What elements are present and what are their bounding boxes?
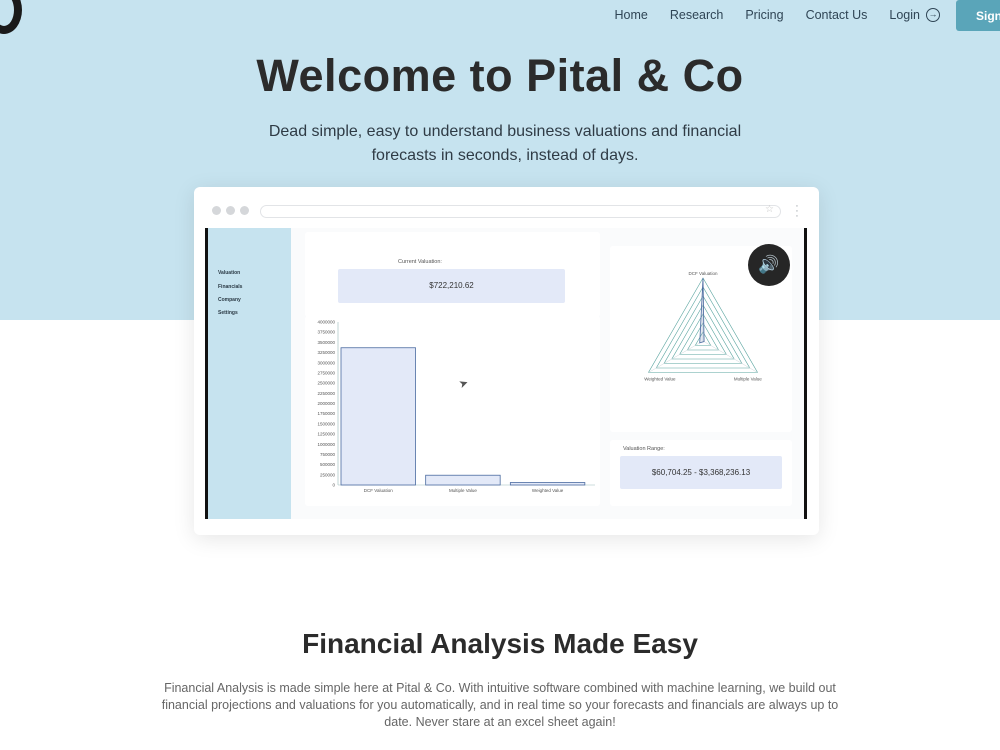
current-valuation-value: $722,210.62 (338, 269, 565, 303)
y-tick-label: 1750000 (317, 411, 335, 416)
landing-page: Home Research Pricing Contact Us Login →… (0, 0, 1000, 750)
nav-pricing[interactable]: Pricing (745, 8, 783, 22)
bar (340, 347, 416, 486)
y-tick-label: 2000000 (317, 401, 335, 406)
y-tick-label: 3000000 (317, 360, 335, 365)
bar (509, 482, 586, 486)
kebab-menu-icon: · · · (795, 200, 799, 222)
bar (425, 474, 501, 486)
x-tick-label: Multiple Value (449, 488, 477, 493)
top-nav: Home Research Pricing Contact Us Login →… (615, 0, 1000, 31)
app-sidebar: Valuation Financials Company Settings (208, 228, 291, 519)
current-valuation-card: Current Valuation: $722,210.62 (305, 232, 600, 317)
y-tick-label: 250000 (320, 472, 336, 477)
radar-axis-label: DCF Valuation (689, 271, 718, 276)
y-tick-label: 750000 (320, 452, 336, 457)
section-body: Financial Analysis is made simple here a… (161, 681, 839, 729)
speaker-icon[interactable]: 🔊 (748, 244, 790, 286)
x-tick-label: Weighted Value (532, 488, 564, 493)
window-dot-icon (226, 206, 235, 215)
y-tick-label: 2750000 (317, 370, 335, 375)
nav-home[interactable]: Home (615, 8, 648, 22)
y-tick-label: 1250000 (317, 432, 335, 437)
url-bar: ☆ (260, 204, 781, 218)
login-arrow-icon: → (926, 8, 940, 22)
nav-contact-us[interactable]: Contact Us (806, 8, 868, 22)
valuation-bar-chart: 0 250000 500000 750000 1000000 1250000 1500000… (317, 320, 595, 493)
valuation-range-card: Valuation Range: $60,704.25 - $3,368,236… (610, 440, 792, 506)
nav-login[interactable]: Login → (889, 8, 940, 22)
nav-research[interactable]: Research (670, 8, 724, 22)
y-tick-label: 2250000 (317, 391, 335, 396)
hero-subtitle: Dead simple, easy to understand business… (268, 123, 742, 164)
radar-axis-label: Multiple Value (734, 377, 762, 382)
y-tick-label: 3250000 (317, 350, 335, 355)
radar-series-shape (699, 277, 705, 344)
bookmark-star-icon: ☆ (765, 204, 774, 215)
hero-title: Welcome to Pital & Co (256, 50, 744, 101)
window-dot-icon (212, 206, 221, 215)
valuation-range-value: $60,704.25 - $3,368,236.13 (620, 456, 782, 489)
sidebar-item-company: Company (218, 297, 241, 303)
login-label: Login (889, 8, 920, 22)
section-title: Financial Analysis Made Easy (302, 628, 698, 659)
x-tick-label: DCF Valuation (364, 488, 393, 493)
sidebar-item-financials: Financials (218, 284, 243, 290)
valuation-range-label: Valuation Range: (623, 446, 665, 452)
window-controls (212, 206, 249, 215)
valuation-bar-chart-card: 0 250000 500000 750000 1000000 1250000 1500000… (305, 316, 600, 506)
y-tick-label: 1000000 (317, 442, 335, 447)
y-tick-label: 0 (332, 483, 335, 488)
y-tick-label: 3500000 (317, 340, 335, 345)
dashboard-screenshot: Valuation Financials Company Settings Cu… (205, 228, 807, 519)
browser-mockup: ☆ · · · Valuation Financials Company Setti… (194, 187, 819, 535)
window-dot-icon (240, 206, 249, 215)
y-tick-label: 3750000 (317, 330, 335, 335)
sidebar-item-valuation: Valuation (218, 270, 241, 276)
radar-axis-label: Weighted Value (644, 377, 676, 382)
y-tick-label: 500000 (320, 462, 336, 467)
signup-button[interactable]: Sign (956, 0, 1000, 31)
y-tick-label: 1500000 (317, 421, 335, 426)
current-valuation-label: Current Valuation: (398, 259, 442, 265)
sidebar-item-settings: Settings (218, 310, 238, 316)
y-tick-label: 2500000 (317, 381, 335, 386)
y-tick-label: 4000000 (317, 320, 335, 325)
